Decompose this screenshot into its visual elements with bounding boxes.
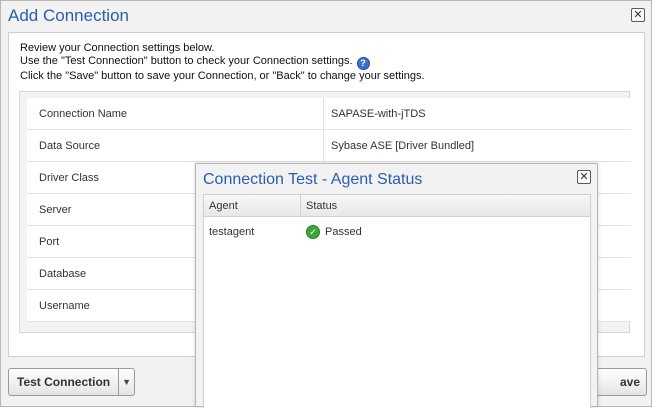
- agent-cell: testagent: [209, 226, 255, 238]
- test-connection-label[interactable]: Test Connection: [9, 369, 118, 395]
- close-icon[interactable]: ✕: [631, 8, 645, 22]
- row-value: SAPASE-with-jTDS: [331, 107, 426, 120]
- intro-text: Review your Connection settings below. U…: [20, 42, 425, 83]
- chevron-down-icon[interactable]: ▼: [118, 369, 134, 395]
- connection-test-modal: Connection Test - Agent Status ✕ Agent S…: [195, 163, 598, 408]
- check-circle-icon: ✓: [306, 225, 320, 239]
- table-row: Data Source Sybase ASE [Driver Bundled]: [27, 130, 631, 162]
- column-header-agent[interactable]: Agent: [204, 195, 301, 216]
- table-row: testagent ✓ Passed: [204, 217, 590, 247]
- modal-title: Connection Test - Agent Status: [203, 171, 423, 188]
- column-header-status[interactable]: Status: [301, 195, 337, 216]
- table-header: Agent Status: [204, 195, 590, 217]
- intro-line-2: Use the "Test Connection" button to chec…: [20, 55, 425, 70]
- intro-line-3: Click the "Save" button to save your Con…: [20, 70, 425, 82]
- row-label: Connection Name: [27, 98, 324, 129]
- row-label: Data Source: [27, 130, 324, 161]
- intro-line-1: Review your Connection settings below.: [20, 42, 215, 54]
- test-connection-button[interactable]: Test Connection ▼: [8, 368, 136, 396]
- status-cell: ✓ Passed: [301, 217, 362, 247]
- intro-line-2-text: Use the "Test Connection" button to chec…: [20, 55, 353, 67]
- agent-status-table: Agent Status testagent ✓ Passed: [203, 194, 591, 408]
- table-row: Connection Name SAPASE-with-jTDS: [27, 98, 631, 130]
- close-icon[interactable]: ✕: [577, 170, 591, 184]
- help-icon[interactable]: ?: [356, 57, 370, 70]
- dialog-title: Add Connection: [8, 6, 129, 25]
- row-value: Sybase ASE [Driver Bundled]: [331, 139, 475, 152]
- status-text: Passed: [325, 226, 362, 238]
